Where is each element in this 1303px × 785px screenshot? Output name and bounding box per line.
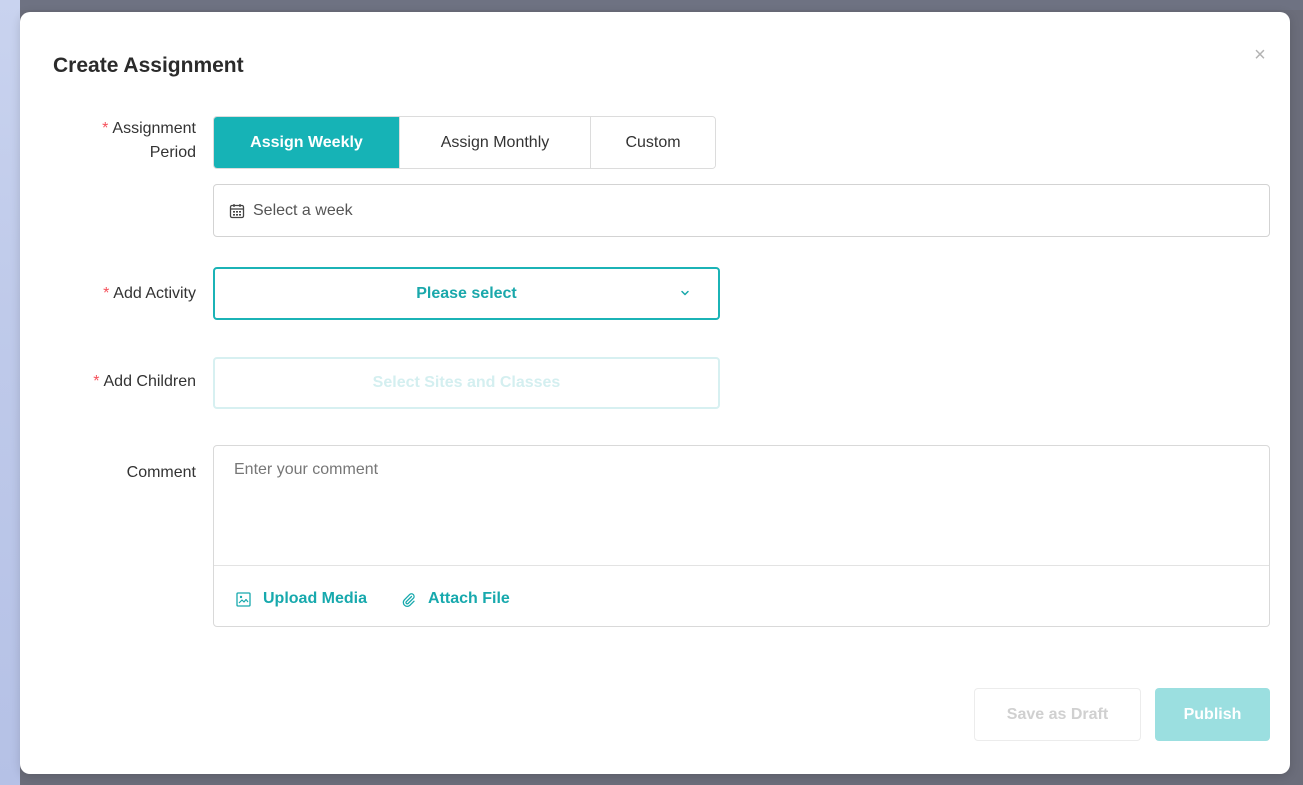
assignment-period-segmented-control: Assign Weekly Assign Monthly Custom <box>213 116 716 169</box>
activity-select[interactable]: Please select <box>213 267 720 320</box>
required-mark: * <box>102 120 109 137</box>
assignment-period-label: * Assignment Period <box>102 117 196 165</box>
modal-title: Create Assignment <box>53 54 244 77</box>
comment-label: Comment <box>126 464 196 481</box>
close-icon[interactable]: × <box>1249 44 1271 66</box>
add-activity-label: * Add Activity <box>103 282 196 306</box>
backdrop-top <box>0 0 1303 10</box>
required-mark: * <box>93 373 100 390</box>
create-assignment-modal: Create Assignment × * Assignment Period A… <box>20 12 1290 774</box>
week-picker[interactable]: Select a week <box>213 184 1270 237</box>
chevron-down-icon <box>681 290 689 296</box>
calendar-icon <box>229 203 245 218</box>
comment-divider <box>214 565 1269 566</box>
upload-media-label: Upload Media <box>263 590 368 607</box>
assignment-period-label-line1: Assignment <box>112 120 196 137</box>
save-as-draft-button[interactable]: Save as Draft <box>974 688 1141 741</box>
image-icon <box>236 591 251 607</box>
custom-tab[interactable]: Custom <box>591 117 715 168</box>
add-children-label: * Add Children <box>93 370 196 394</box>
assign-weekly-tab[interactable]: Assign Weekly <box>214 117 400 168</box>
comment-box: Enter your comment Upload Media Attach F… <box>213 445 1270 627</box>
activity-select-placeholder: Please select <box>416 284 517 302</box>
backdrop-left <box>0 0 20 785</box>
comment-textarea[interactable]: Enter your comment <box>234 461 378 479</box>
attach-file-label: Attach File <box>428 590 510 607</box>
attachment-toolbar: Upload Media Attach File <box>236 590 510 608</box>
assign-monthly-tab[interactable]: Assign Monthly <box>400 117 591 168</box>
assignment-period-label-line2: Period <box>149 144 196 161</box>
select-sites-and-classes-button[interactable]: Select Sites and Classes <box>213 357 720 409</box>
upload-media-button[interactable]: Upload Media <box>236 590 367 608</box>
required-mark: * <box>103 285 110 302</box>
add-children-label-text: Add Children <box>103 373 197 390</box>
paperclip-icon <box>402 592 415 607</box>
attach-file-button[interactable]: Attach File <box>401 590 510 608</box>
week-picker-placeholder: Select a week <box>253 201 353 219</box>
add-activity-label-text: Add Activity <box>113 285 196 302</box>
publish-button[interactable]: Publish <box>1155 688 1270 741</box>
